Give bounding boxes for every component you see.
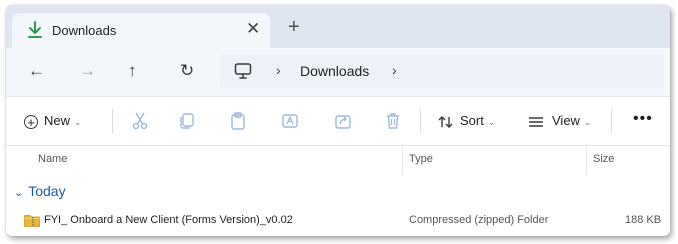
file-explorer-window: Downloads ✕ + ← → ↑ ↻ › Downloads › + New… (6, 5, 670, 236)
divider (611, 109, 612, 133)
file-name: FYI_ Onboard a New Client (Forms Version… (44, 214, 293, 226)
column-header-size[interactable]: Size (593, 153, 614, 165)
share-icon[interactable] (333, 111, 353, 131)
chevron-down-icon: ⌄ (487, 117, 496, 127)
rename-icon[interactable] (280, 111, 300, 131)
up-button[interactable]: ↑ (128, 61, 137, 81)
sort-button[interactable]: Sort ⌄ (438, 111, 495, 131)
new-button[interactable]: + New ⌄ (24, 111, 82, 131)
breadcrumb-separator-end[interactable]: › (392, 62, 397, 78)
tab-downloads[interactable]: Downloads ✕ (12, 13, 270, 48)
view-button[interactable]: View ⌄ (528, 111, 592, 131)
this-pc-icon (234, 63, 252, 79)
view-list-icon (529, 116, 543, 127)
navigation-bar: ← → ↑ ↻ › Downloads › (6, 48, 670, 97)
breadcrumb-downloads[interactable]: Downloads (300, 63, 369, 79)
sort-label: Sort (460, 113, 484, 128)
breadcrumb-separator[interactable]: › (276, 62, 281, 78)
close-tab-button[interactable]: ✕ (246, 19, 260, 39)
new-tab-button[interactable]: + (288, 17, 300, 37)
column-header-type[interactable]: Type (409, 153, 433, 165)
group-label: Today (28, 183, 66, 199)
forward-button[interactable]: → (79, 61, 96, 81)
chevron-down-icon: ⌄ (583, 117, 592, 127)
group-header-today[interactable]: ⌄ Today (14, 183, 66, 199)
file-row[interactable]: FYI_ Onboard a New Client (Forms Version… (6, 207, 670, 233)
file-size: 188 KB (625, 214, 662, 226)
paste-icon[interactable] (228, 111, 248, 131)
sort-icon (438, 115, 453, 128)
download-icon (28, 21, 42, 38)
column-headers: Name Type Size (6, 146, 670, 174)
view-label: View (552, 113, 580, 128)
address-bar[interactable]: › Downloads › (220, 54, 664, 88)
cut-icon[interactable] (130, 111, 150, 131)
column-divider[interactable] (586, 146, 587, 174)
tab-title: Downloads (52, 23, 117, 38)
more-options-button[interactable]: ••• (633, 111, 653, 127)
zip-folder-icon (24, 215, 40, 227)
chevron-down-icon: ⌄ (14, 187, 24, 199)
file-type: Compressed (zipped) Folder (409, 214, 549, 226)
chevron-down-icon: ⌄ (74, 117, 82, 127)
plus-circle-icon: + (24, 114, 38, 129)
copy-icon[interactable] (177, 111, 197, 131)
divider (420, 109, 421, 133)
refresh-button[interactable]: ↻ (180, 61, 194, 81)
back-button[interactable]: ← (28, 61, 45, 81)
column-divider[interactable] (402, 146, 403, 174)
tab-strip: Downloads ✕ + (6, 5, 670, 48)
new-label: New (44, 113, 71, 128)
divider (112, 109, 113, 133)
command-bar: + New ⌄ Sort ⌄ View ⌄ ••• (6, 97, 670, 146)
column-header-name[interactable]: Name (38, 153, 67, 165)
delete-icon[interactable] (383, 111, 403, 131)
